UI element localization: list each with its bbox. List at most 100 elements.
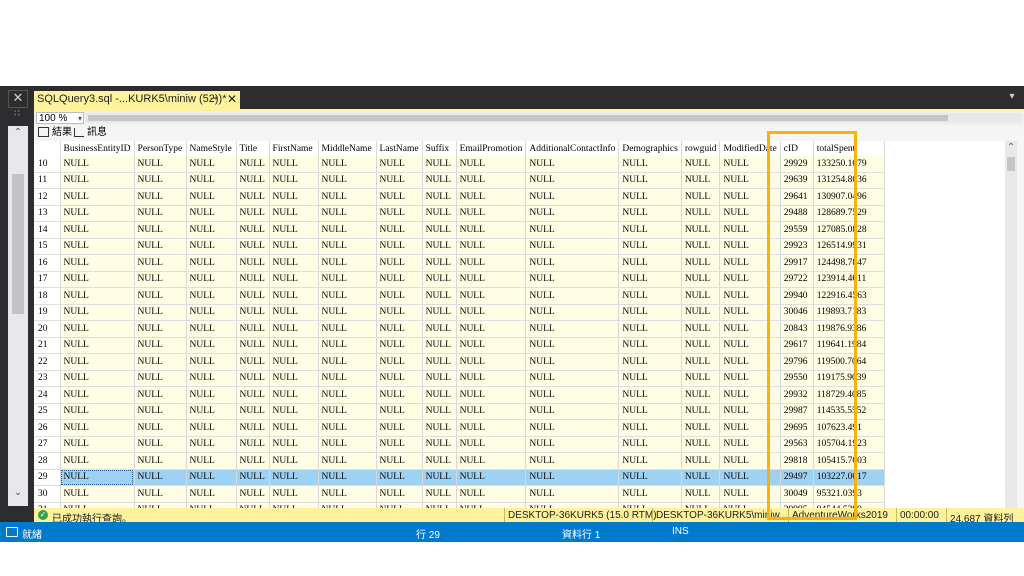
- grid-cell[interactable]: NULL: [269, 370, 319, 387]
- grid-cell[interactable]: NULL: [525, 452, 620, 470]
- grid-cell[interactable]: NULL: [456, 188, 527, 206]
- grid-cell[interactable]: NULL: [318, 337, 377, 354]
- grid-cell[interactable]: NULL: [525, 188, 620, 206]
- grid-cell[interactable]: NULL: [618, 353, 682, 371]
- grid-cell[interactable]: NULL: [376, 403, 423, 420]
- grid-cell[interactable]: NULL: [618, 320, 682, 338]
- grid-cell[interactable]: NULL: [456, 419, 527, 437]
- grid-cell[interactable]: NULL: [618, 254, 682, 272]
- table-row[interactable]: 11 NULL NULL NULL NULL NULL NULL NULL NULL NULL NU…: [34, 172, 885, 189]
- grid-cell[interactable]: NULL: [618, 238, 682, 255]
- grid-cell[interactable]: NULL: [134, 436, 187, 453]
- grid-cell[interactable]: NULL: [422, 485, 457, 503]
- row-number[interactable]: 21: [34, 337, 61, 354]
- grid-cell[interactable]: NULL: [186, 337, 237, 354]
- grid-cell[interactable]: NULL: [134, 271, 187, 288]
- grid-cell[interactable]: NULL: [186, 452, 237, 470]
- row-number[interactable]: 14: [34, 221, 61, 239]
- grid-cell[interactable]: NULL: [456, 386, 527, 404]
- grid-cell[interactable]: NULL: [376, 205, 423, 222]
- grid-cell[interactable]: NULL: [719, 304, 781, 321]
- table-row[interactable]: 10 NULL NULL NULL NULL NULL NULL NULL NULL NULL NU…: [34, 156, 885, 173]
- grid-cell[interactable]: NULL: [681, 353, 721, 371]
- grid-cell-cid[interactable]: 29559: [780, 221, 814, 239]
- grid-cell[interactable]: NULL: [525, 221, 620, 239]
- grid-cell[interactable]: NULL: [422, 238, 457, 255]
- grid-cell[interactable]: NULL: [186, 304, 237, 321]
- grid-cell[interactable]: NULL: [525, 436, 620, 453]
- grid-cell-cid[interactable]: 29550: [780, 370, 814, 387]
- grid-cell[interactable]: NULL: [318, 485, 377, 503]
- grid-cell[interactable]: NULL: [422, 469, 457, 486]
- grid-cell-total-spent[interactable]: 114535.5552: [813, 403, 885, 420]
- grid-cell[interactable]: NULL: [134, 337, 187, 354]
- grid-cell[interactable]: NULL: [525, 337, 620, 354]
- grid-cell[interactable]: NULL: [236, 205, 270, 222]
- grid-cell[interactable]: NULL: [318, 370, 377, 387]
- grid-cell[interactable]: NULL: [456, 221, 527, 239]
- grid-cell[interactable]: NULL: [376, 469, 423, 486]
- grid-cell[interactable]: NULL: [422, 452, 457, 470]
- grid-cell[interactable]: NULL: [618, 386, 682, 404]
- grid-cell[interactable]: NULL: [134, 485, 187, 503]
- grid-cell[interactable]: NULL: [236, 370, 270, 387]
- grid-cell[interactable]: NULL: [134, 353, 187, 371]
- grid-cell[interactable]: NULL: [456, 304, 527, 321]
- grid-cell[interactable]: NULL: [269, 419, 319, 437]
- grid-cell[interactable]: NULL: [269, 469, 319, 486]
- grid-cell-total-spent[interactable]: 118729.4085: [813, 386, 885, 404]
- row-number[interactable]: 22: [34, 353, 61, 371]
- grid-cell-cid[interactable]: 29695: [780, 419, 814, 437]
- grid-cell[interactable]: NULL: [525, 469, 620, 486]
- grid-cell[interactable]: NULL: [318, 156, 377, 173]
- grid-cell[interactable]: NULL: [456, 156, 527, 173]
- grid-cell-total-spent[interactable]: 133250.1079: [813, 156, 885, 173]
- close-tab-icon[interactable]: ✕: [227, 92, 237, 106]
- grid-cell[interactable]: NULL: [525, 320, 620, 338]
- column-header[interactable]: totalSpent: [813, 141, 885, 156]
- grid-cell[interactable]: NULL: [681, 485, 721, 503]
- grid-cell-cid[interactable]: 29987: [780, 403, 814, 420]
- grid-cell-total-spent[interactable]: 130907.0496: [813, 188, 885, 206]
- column-header[interactable]: Demographics: [618, 141, 682, 156]
- grid-cell[interactable]: NULL: [269, 386, 319, 404]
- grid-cell[interactable]: NULL: [525, 403, 620, 420]
- grid-cell[interactable]: NULL: [422, 254, 457, 272]
- grid-cell[interactable]: NULL: [186, 172, 237, 189]
- grid-cell[interactable]: NULL: [422, 172, 457, 189]
- table-row[interactable]: 23 NULL NULL NULL NULL NULL NULL NULL NULL NULL NU…: [34, 370, 885, 387]
- grid-cell[interactable]: NULL: [376, 320, 423, 338]
- grid-cell[interactable]: NULL: [134, 370, 187, 387]
- row-number[interactable]: 10: [34, 156, 61, 173]
- grid-cell[interactable]: NULL: [318, 320, 377, 338]
- row-number[interactable]: 29: [34, 469, 61, 486]
- grid-cell[interactable]: NULL: [456, 452, 527, 470]
- grid-cell[interactable]: NULL: [719, 386, 781, 404]
- table-row[interactable]: 29 NULL NULL NULL NULL NULL NULL NULL NULL NULL NU…: [34, 469, 885, 486]
- grid-cell-total-spent[interactable]: 124498.7847: [813, 254, 885, 272]
- grid-cell[interactable]: NULL: [719, 238, 781, 255]
- row-number[interactable]: 20: [34, 320, 61, 338]
- scrollbar-thumb[interactable]: [1007, 157, 1015, 171]
- grid-cell-cid[interactable]: 29932: [780, 386, 814, 404]
- grid-vertical-scrollbar[interactable]: ⌃: [1005, 141, 1017, 509]
- scroll-down-icon[interactable]: ⌄: [8, 486, 28, 500]
- grid-cell[interactable]: NULL: [60, 287, 135, 305]
- grid-cell[interactable]: NULL: [376, 419, 423, 437]
- grid-cell[interactable]: NULL: [134, 221, 187, 239]
- grid-cell[interactable]: NULL: [719, 419, 781, 437]
- row-number[interactable]: 16: [34, 254, 61, 272]
- grid-cell[interactable]: NULL: [318, 386, 377, 404]
- grid-cell-total-spent[interactable]: 119175.9039: [813, 370, 885, 387]
- grid-cell[interactable]: NULL: [376, 172, 423, 189]
- grid-cell[interactable]: NULL: [525, 287, 620, 305]
- grid-cell-total-spent[interactable]: 123914.4611: [813, 271, 885, 288]
- grid-cell[interactable]: NULL: [376, 221, 423, 239]
- row-number[interactable]: 30: [34, 485, 61, 503]
- grid-cell[interactable]: NULL: [525, 485, 620, 503]
- grid-cell[interactable]: NULL: [269, 353, 319, 371]
- grid-cell[interactable]: NULL: [269, 221, 319, 239]
- row-number[interactable]: 15: [34, 238, 61, 255]
- grid-cell-total-spent[interactable]: 95321.0393: [813, 485, 885, 503]
- grid-cell[interactable]: NULL: [236, 254, 270, 272]
